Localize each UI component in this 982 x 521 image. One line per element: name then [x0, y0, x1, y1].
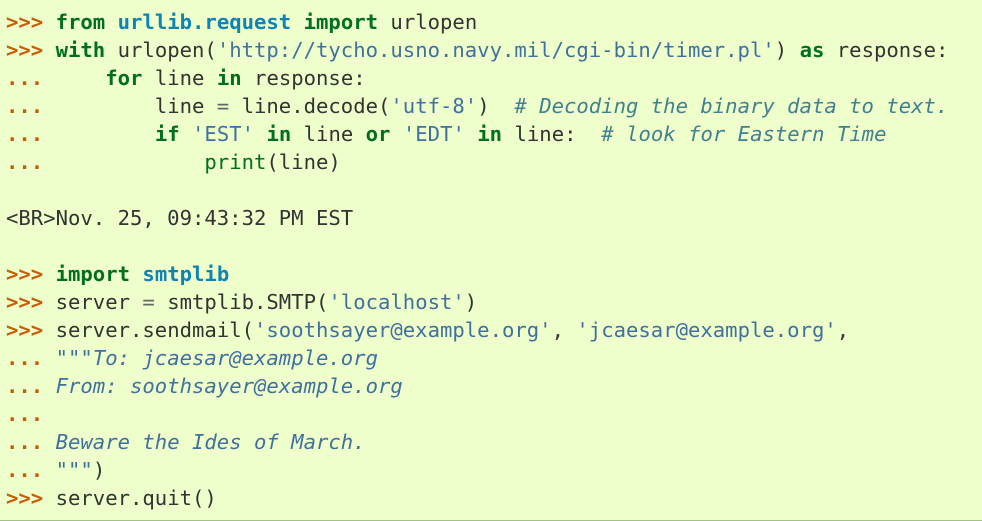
- code-line: >>> server.sendmail('soothsayer@example.…: [6, 316, 982, 344]
- code-line: ...: [6, 400, 982, 428]
- code-line: ... print(line): [6, 148, 982, 176]
- prompt-marker: ...: [6, 458, 56, 482]
- prompt-marker: >>>: [6, 38, 56, 62]
- code-line: >>> with urlopen('http://tycho.usno.navy…: [6, 36, 982, 64]
- string-literal-token: 'utf-8': [390, 94, 478, 118]
- keyword-token: import: [55, 262, 131, 286]
- keyword-token: if: [154, 122, 180, 146]
- code-text: ): [464, 290, 478, 314]
- keyword-token: for: [105, 66, 143, 90]
- keyword-token: in: [266, 122, 292, 146]
- code-text: server.sendmail(: [55, 318, 254, 342]
- code-text: server.quit(): [55, 486, 217, 510]
- blank-line: ​: [6, 232, 982, 260]
- code-line: >>> server = smtplib.SMTP('localhost'): [6, 288, 982, 316]
- prompt-marker: ...: [6, 346, 56, 370]
- code-line: >>> server.quit(): [6, 484, 982, 512]
- prompt-marker: >>>: [6, 290, 56, 314]
- code-text: ): [477, 94, 515, 118]
- code-text: line.decode(: [229, 94, 391, 118]
- keyword-token: as: [799, 38, 825, 62]
- string-literal-token: 'http://tycho.usno.navy.mil/cgi-bin/time…: [216, 38, 775, 62]
- prompt-marker: >>>: [6, 318, 56, 342]
- code-line: ... """): [6, 456, 982, 484]
- prompt-marker: ...: [6, 374, 56, 398]
- operator-token: =: [216, 94, 230, 118]
- string-literal-token: """: [55, 346, 93, 370]
- module-name-token: smtplib: [142, 262, 230, 286]
- code-text: ,: [551, 318, 577, 342]
- python-interactive-session-code-block: >>> from urllib.request import urlopen >>…: [0, 0, 982, 521]
- code-line: ... if 'EST' in line or 'EDT' in line: #…: [6, 120, 982, 148]
- code-text: urlopen: [378, 10, 478, 34]
- code-text: response:: [241, 66, 366, 90]
- prompt-marker: ...: [6, 430, 56, 454]
- docstring-token: Beware the Ides of March.: [55, 430, 366, 454]
- builtin-token: print: [204, 150, 267, 174]
- code-line: >>> import smtplib: [6, 260, 982, 288]
- prompt-marker: ...: [6, 150, 56, 174]
- comment-token: # look for Eastern Time: [601, 122, 887, 146]
- code-text: ): [92, 458, 106, 482]
- keyword-token: from: [55, 10, 106, 34]
- keyword-token: in: [216, 66, 242, 90]
- prompt-marker: ...: [6, 122, 56, 146]
- code-text: server: [55, 290, 143, 314]
- code-text: ,: [836, 318, 850, 342]
- code-text: (line): [266, 150, 341, 174]
- keyword-token: or: [365, 122, 391, 146]
- prompt-marker: ...: [6, 94, 56, 118]
- docstring-token: To: jcaesar@example.org: [92, 346, 378, 370]
- code-text: line:: [502, 122, 602, 146]
- string-literal-token: 'jcaesar@example.org': [576, 318, 837, 342]
- code-text: smtplib.SMTP(: [154, 290, 329, 314]
- prompt-marker: >>>: [6, 262, 56, 286]
- code-line: ... line = line.decode('utf-8') # Decodi…: [6, 92, 982, 120]
- output-text: <BR>Nov. 25, 09:43:32 PM EST: [6, 206, 354, 230]
- code-text: ): [774, 38, 800, 62]
- code-line: >>> from urllib.request import urlopen: [6, 8, 982, 36]
- code-line: ... From: soothsayer@example.org: [6, 372, 982, 400]
- prompt-marker: >>>: [6, 10, 56, 34]
- code-line: ... Beware the Ides of March.: [6, 428, 982, 456]
- code-text: response:: [824, 38, 949, 62]
- blank-line: ​: [6, 176, 982, 204]
- module-name-token: urllib.request: [117, 10, 292, 34]
- keyword-token: import: [303, 10, 379, 34]
- docstring-token: From: soothsayer@example.org: [55, 374, 403, 398]
- string-literal-token: 'soothsayer@example.org': [254, 318, 552, 342]
- code-text: line: [291, 122, 366, 146]
- string-literal-token: 'EDT': [402, 122, 465, 146]
- string-literal-token: 'localhost': [328, 290, 465, 314]
- string-literal-token: 'EST': [192, 122, 255, 146]
- code-line: ... """To: jcaesar@example.org: [6, 344, 982, 372]
- prompt-marker: ...: [6, 66, 56, 90]
- operator-token: =: [142, 290, 155, 314]
- prompt-marker: >>>: [6, 486, 56, 510]
- string-literal-token: """: [55, 458, 93, 482]
- keyword-token: in: [477, 122, 503, 146]
- prompt-marker: ...: [6, 402, 44, 426]
- code-text: line: [142, 66, 217, 90]
- keyword-token: with: [55, 38, 106, 62]
- code-line: ... for line in response:: [6, 64, 982, 92]
- comment-token: # Decoding the binary data to text.: [514, 94, 949, 118]
- code-line: <BR>Nov. 25, 09:43:32 PM EST: [6, 204, 982, 232]
- code-text: urlopen(: [105, 38, 217, 62]
- code-text: line: [55, 94, 217, 118]
